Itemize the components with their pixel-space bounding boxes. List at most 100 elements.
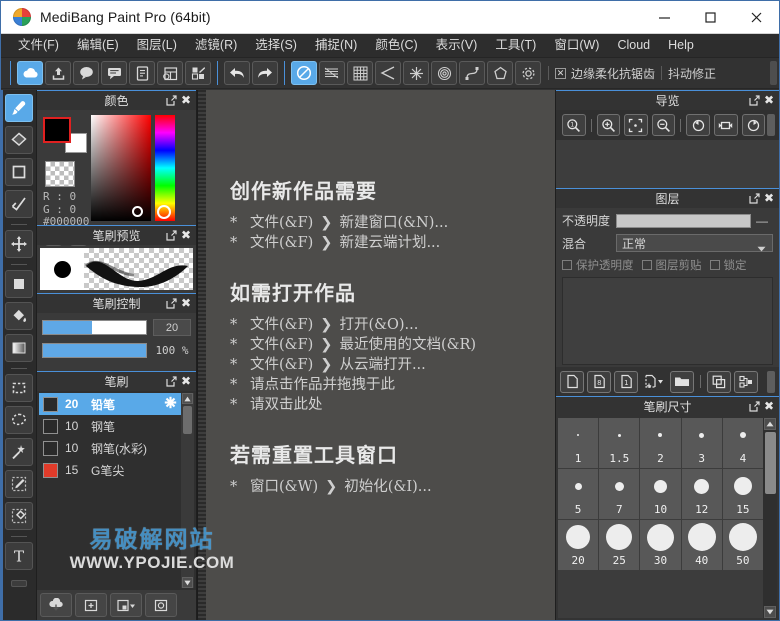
minimize-icon[interactable] [641, 1, 687, 34]
triangle-up-icon[interactable] [182, 393, 193, 404]
fit-screen-icon[interactable] [624, 114, 648, 136]
triangle-down-icon[interactable] [764, 606, 776, 618]
brush-size-cell[interactable]: 4 [722, 418, 763, 468]
hatching-icon[interactable] [319, 61, 345, 85]
popout-icon[interactable] [748, 94, 760, 106]
brush-size-scrollbar[interactable] [763, 418, 777, 618]
brush-list-item[interactable]: 15 G笔尖 [39, 459, 181, 481]
brush-size-cell[interactable]: 3 [681, 418, 722, 468]
popout-icon[interactable] [165, 94, 177, 106]
menu-layer[interactable]: 图层(L) [128, 36, 186, 55]
layer-panel-header[interactable]: 图层 ✖ [556, 189, 779, 208]
brush-size-cell[interactable]: 1.5 [599, 418, 640, 468]
close-icon[interactable]: ✖ [180, 375, 192, 387]
lasso-tool[interactable] [4, 406, 33, 434]
foreground-color-swatch[interactable] [43, 117, 71, 143]
menu-capture[interactable]: 捕捉(N) [306, 36, 366, 55]
brush-panel-header[interactable]: 笔刷 ✖ [37, 372, 196, 391]
layer-opacity-slider[interactable] [616, 213, 751, 228]
brush-size-cell[interactable]: 30 [640, 520, 681, 570]
color-panel-header[interactable]: 颜色 ✖ [37, 91, 196, 110]
menu-tool[interactable]: 工具(T) [486, 36, 545, 55]
triangle-up-icon[interactable] [764, 418, 776, 430]
brush-size-cell[interactable]: 20 [558, 520, 599, 570]
brush-size-cell[interactable]: 7 [599, 469, 640, 519]
triangle-down-icon[interactable] [182, 577, 193, 588]
move-tool[interactable] [4, 230, 33, 258]
canvas-area[interactable]: 创作新作品需要 * 文件(&F) ❯ 新建窗口(&N)... * 文件(&F) ❯ 新建云端… [197, 90, 555, 620]
brush-control-header[interactable]: 笔刷控制 ✖ [37, 294, 196, 313]
close-icon[interactable]: ✖ [180, 297, 192, 309]
radial-line-icon[interactable] [403, 61, 429, 85]
brush-size-header[interactable]: 笔刷尺寸 ✖ [556, 397, 779, 416]
duplicate-layer-icon[interactable] [707, 370, 731, 393]
text-tool[interactable]: T [4, 542, 33, 570]
add-layer-dropdown-icon[interactable] [641, 371, 667, 393]
brush-list-item[interactable]: 10 钢笔 [39, 415, 181, 437]
brush-size-cell[interactable]: 2 [640, 418, 681, 468]
layer-list[interactable] [562, 277, 773, 365]
hue-slider[interactable] [155, 115, 175, 221]
menu-filter[interactable]: 滤镜(R) [186, 36, 246, 55]
antialias-checkbox[interactable]: ✕ [555, 67, 566, 79]
gear-icon[interactable] [515, 61, 541, 85]
menu-view[interactable]: 表示(V) [427, 36, 487, 55]
brush-size-cell[interactable]: 25 [599, 520, 640, 570]
curve-icon[interactable] [459, 61, 485, 85]
document-icon[interactable] [129, 61, 155, 85]
brush-size-cell[interactable]: 50 [722, 520, 763, 570]
zoom-100-icon[interactable]: 1 [562, 114, 586, 136]
popout-icon[interactable] [748, 192, 760, 204]
popout-icon[interactable] [165, 375, 177, 387]
brush-list-item[interactable]: 10 钢笔(水彩) [39, 437, 181, 459]
rotate-right-icon[interactable] [741, 114, 766, 136]
gradient-tool[interactable] [4, 334, 33, 362]
undo-arrow-icon[interactable] [224, 61, 250, 85]
brush-preview-header[interactable]: 笔刷预览 ✖ [37, 226, 196, 245]
close-icon[interactable]: ✖ [180, 229, 192, 241]
merge-layer-icon[interactable] [734, 370, 758, 393]
paint-bucket-tool[interactable] [4, 302, 33, 330]
brush-size-cell[interactable]: 1 [558, 418, 599, 468]
new-1bit-layer-icon[interactable]: 1 [614, 370, 638, 393]
shape-tool[interactable] [4, 158, 33, 186]
close-icon[interactable] [733, 1, 779, 34]
speech-bubble-icon[interactable] [73, 61, 99, 85]
layer-footer-scrollbar[interactable] [767, 370, 775, 393]
no-correction-icon[interactable] [291, 61, 317, 85]
parallel-line-icon[interactable] [375, 61, 401, 85]
close-icon[interactable]: ✖ [180, 94, 192, 106]
protect-alpha-checkbox[interactable]: 保护透明度 [562, 257, 634, 273]
menu-edit[interactable]: 编辑(E) [68, 36, 128, 55]
popout-icon[interactable] [165, 229, 177, 241]
brush-size-slider[interactable] [42, 320, 147, 335]
select-eraser-tool[interactable] [4, 502, 33, 530]
brush-type-dropdown-icon[interactable] [110, 593, 142, 617]
new-layer-icon[interactable] [560, 370, 584, 393]
brush-list-scrollbar[interactable] [181, 393, 194, 588]
upload-button[interactable] [45, 61, 71, 85]
brush-list-item[interactable]: 20 铅笔 [39, 393, 181, 415]
menu-window[interactable]: 窗口(W) [545, 36, 608, 55]
add-brush-icon[interactable] [75, 593, 107, 617]
brush-size-cell[interactable]: 40 [681, 520, 722, 570]
close-icon[interactable]: ✖ [763, 94, 775, 106]
cloud-button[interactable] [17, 61, 43, 85]
color-gradient-square[interactable] [91, 115, 151, 221]
brush-size-cell[interactable]: 12 [681, 469, 722, 519]
eraser-tool[interactable] [4, 126, 33, 154]
brush-size-cell[interactable]: 10 [640, 469, 681, 519]
fill-area-tool[interactable] [4, 270, 33, 298]
tool-palette-handle[interactable] [10, 580, 27, 587]
flip-horizontal-icon[interactable] [713, 114, 738, 136]
material-edit-icon[interactable] [185, 61, 211, 85]
menu-select[interactable]: 选择(S) [246, 36, 306, 55]
balloon-icon[interactable] [101, 61, 127, 85]
grid-icon[interactable] [347, 61, 373, 85]
cloud-download-icon[interactable] [40, 593, 72, 617]
scrollbar-thumb[interactable] [183, 406, 192, 434]
polygon-icon[interactable] [487, 61, 513, 85]
navigator-scrollbar[interactable] [767, 114, 775, 136]
menu-help[interactable]: Help [659, 36, 703, 55]
concentric-circle-icon[interactable] [431, 61, 457, 85]
